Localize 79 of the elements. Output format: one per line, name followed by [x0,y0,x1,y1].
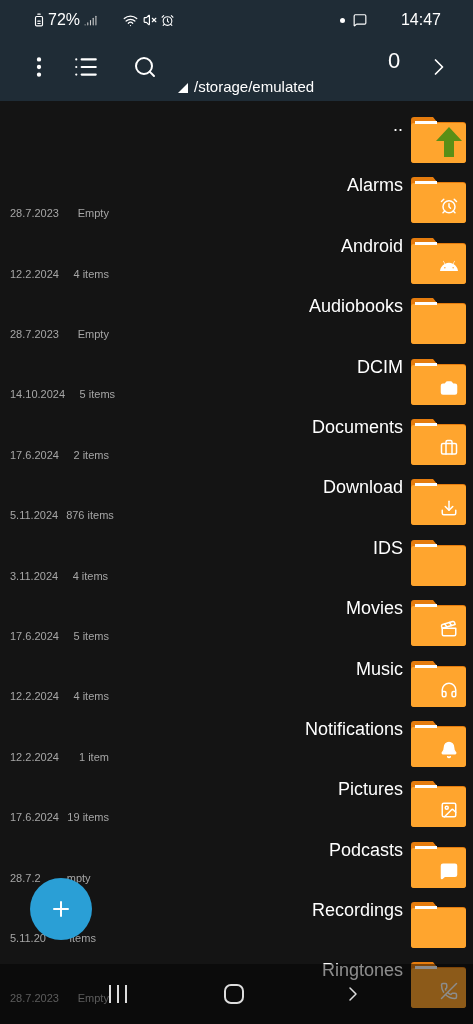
modified-date: 14.10.2024 [10,387,66,403]
folder-icon [411,902,466,949]
folder-icon [411,720,466,767]
folder-name[interactable]: Ringtones [321,958,403,983]
folder-name[interactable]: Android [340,233,403,258]
modified-date: 5.11.2024 [10,508,59,524]
folder-icon [411,177,466,224]
item-count: 2 items [72,447,109,463]
time: 14:47 [400,10,441,30]
folder-icon [411,781,466,828]
modified-date: 12.2.2024 [10,266,59,282]
item-count: 5 items [78,387,116,403]
chat-icon [440,861,458,880]
folder-icon [411,358,466,405]
item-count: 19 items [66,810,109,826]
folder-name[interactable]: DCIM [357,354,403,379]
modified-date: 12.2.2024 [10,749,59,765]
item-count: 4 items [72,689,109,705]
alarm-clock-icon [161,13,175,27]
folder-icon [411,600,466,647]
up-arrow-icon [436,127,462,157]
wifi-icon [123,12,139,28]
bell-icon [440,740,458,759]
chat-icon [352,13,367,27]
folder-name[interactable]: Podcasts [328,837,403,862]
selection-count: 0 [388,47,401,75]
item-count: 4 items [71,568,109,584]
modified-date: 28.7.2023 [10,206,59,222]
folder-name[interactable]: IDS [373,535,403,560]
folder-name[interactable]: Documents [311,414,403,439]
current-path[interactable]: /storage/emulated [194,76,315,99]
folder-name[interactable]: .. [393,113,403,137]
modified-date: 12.2.2024 [10,689,59,705]
folder-icon [411,418,466,465]
alarm-clock-icon [440,197,458,216]
folder-icon [411,841,466,888]
search-icon[interactable] [133,55,157,79]
folder-name[interactable]: Audiobooks [308,294,403,319]
folder-name[interactable]: Notifications [304,716,403,741]
item-count: Empty [76,206,109,222]
phone-icon [440,982,458,1001]
home-icon[interactable] [224,984,245,1004]
modified-date: 5.11.20 [10,930,46,946]
battery-icon [32,13,46,27]
corner-triangle-icon [178,83,188,93]
folder-name[interactable]: Pictures [337,777,403,802]
modified-date: 28.7.2023 [10,327,59,343]
folder-icon [411,539,466,586]
headphones-icon [440,680,458,699]
item-count: 876 items [66,508,114,524]
item-count: Empty [76,991,109,1007]
folder-icon [411,660,466,707]
image-icon [440,801,458,820]
folder-name[interactable]: Alarms [347,173,403,198]
item-count: 4 items [72,266,109,282]
battery-percentage: 72% [48,10,81,30]
modified-date: 17.6.2024 [10,810,59,826]
item-count: 1 item [77,749,109,765]
item-count: 5 items [72,629,109,644]
modified-date: 3.11.2024 [10,568,59,584]
folder-name[interactable]: Download [322,475,403,500]
folder-name[interactable]: Movies [346,596,403,621]
download-icon [440,499,458,518]
clapperboard-icon [440,620,458,639]
signal-icon [84,13,98,27]
modified-date: 17.6.2024 [10,629,59,644]
mute-icon [143,13,158,27]
modified-date: 17.6.2024 [10,447,59,463]
folder-icon [411,962,466,1009]
modified-date: 28.7.2023 [10,991,59,1007]
item-count: Empty [76,327,109,343]
recent-apps-icon[interactable] [108,985,129,1003]
folder-icon [411,298,466,345]
folder-name[interactable]: Recordings [311,898,403,923]
folder-icon [411,237,466,284]
briefcase-icon [440,438,458,457]
folder-name[interactable]: Music [356,656,403,681]
modified-date: 28.7.2 [10,870,41,886]
folder-icon [411,479,466,526]
